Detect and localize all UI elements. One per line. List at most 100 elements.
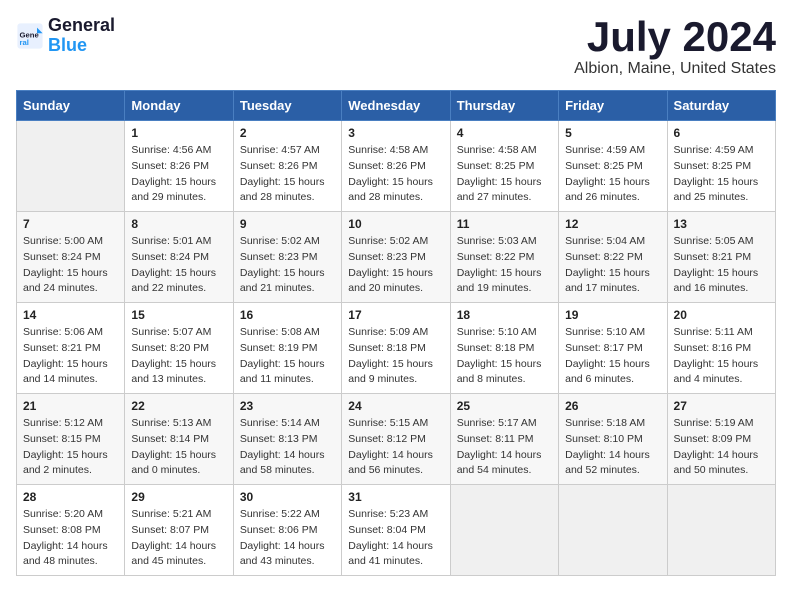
day-info: Sunrise: 5:13 AM Sunset: 8:14 PM Dayligh… bbox=[131, 416, 226, 479]
day-info: Sunrise: 4:56 AM Sunset: 8:26 PM Dayligh… bbox=[131, 143, 226, 206]
day-number: 1 bbox=[131, 126, 226, 140]
weekday-header: Saturday bbox=[667, 91, 775, 121]
calendar-cell bbox=[17, 121, 125, 212]
calendar-cell: 11Sunrise: 5:03 AM Sunset: 8:22 PM Dayli… bbox=[450, 212, 558, 303]
calendar-cell: 22 Sunrise: 5:13 AM Sunset: 8:14 PM Dayli… bbox=[125, 394, 233, 485]
calendar-cell bbox=[667, 485, 775, 576]
day-number: 30 bbox=[240, 490, 335, 504]
day-number: 16 bbox=[240, 308, 335, 322]
day-info: Sunrise: 5:23 AM Sunset: 8:04 PM Dayligh… bbox=[348, 507, 443, 570]
day-info: Sunrise: 4:58 AM Sunset: 8:26 PM Dayligh… bbox=[348, 143, 443, 206]
day-number: 13 bbox=[674, 217, 769, 231]
day-number: 6 bbox=[674, 126, 769, 140]
day-info: Sunrise: 4:58 AM Sunset: 8:25 PM Dayligh… bbox=[457, 143, 552, 206]
weekday-header: Wednesday bbox=[342, 91, 450, 121]
day-info: Sunrise: 5:09 AM Sunset: 8:18 PM Dayligh… bbox=[348, 325, 443, 388]
day-number: 26 bbox=[565, 399, 660, 413]
calendar-cell: 7Sunrise: 5:00 AM Sunset: 8:24 PM Daylig… bbox=[17, 212, 125, 303]
day-number: 21 bbox=[23, 399, 118, 413]
day-number: 27 bbox=[674, 399, 769, 413]
calendar-cell: 30 Sunrise: 5:22 AM Sunset: 8:06 PM Dayli… bbox=[233, 485, 341, 576]
day-info: Sunrise: 5:00 AM Sunset: 8:24 PM Dayligh… bbox=[23, 234, 118, 297]
day-number: 11 bbox=[457, 217, 552, 231]
day-number: 28 bbox=[23, 490, 118, 504]
day-info: Sunrise: 5:10 AM Sunset: 8:17 PM Dayligh… bbox=[565, 325, 660, 388]
day-number: 22 bbox=[131, 399, 226, 413]
calendar-cell: 13 Sunrise: 5:05 AM Sunset: 8:21 PM Dayli… bbox=[667, 212, 775, 303]
day-number: 3 bbox=[348, 126, 443, 140]
weekday-header: Thursday bbox=[450, 91, 558, 121]
calendar-cell: 26 Sunrise: 5:18 AM Sunset: 8:10 PM Dayli… bbox=[559, 394, 667, 485]
day-info: Sunrise: 5:15 AM Sunset: 8:12 PM Dayligh… bbox=[348, 416, 443, 479]
day-number: 12 bbox=[565, 217, 660, 231]
calendar-week-row: 7Sunrise: 5:00 AM Sunset: 8:24 PM Daylig… bbox=[17, 212, 776, 303]
calendar-cell: 23 Sunrise: 5:14 AM Sunset: 8:13 PM Dayli… bbox=[233, 394, 341, 485]
calendar-cell: 29Sunrise: 5:21 AM Sunset: 8:07 PM Dayli… bbox=[125, 485, 233, 576]
calendar-cell: 28 Sunrise: 5:20 AM Sunset: 8:08 PM Dayli… bbox=[17, 485, 125, 576]
calendar-cell: 1 Sunrise: 4:56 AM Sunset: 8:26 PM Daylig… bbox=[125, 121, 233, 212]
calendar-cell: 12 Sunrise: 5:04 AM Sunset: 8:22 PM Dayli… bbox=[559, 212, 667, 303]
day-info: Sunrise: 5:08 AM Sunset: 8:19 PM Dayligh… bbox=[240, 325, 335, 388]
calendar-cell: 15Sunrise: 5:07 AM Sunset: 8:20 PM Dayli… bbox=[125, 303, 233, 394]
day-info: Sunrise: 5:12 AM Sunset: 8:15 PM Dayligh… bbox=[23, 416, 118, 479]
day-number: 19 bbox=[565, 308, 660, 322]
calendar-cell: 5Sunrise: 4:59 AM Sunset: 8:25 PM Daylig… bbox=[559, 121, 667, 212]
weekday-header: Monday bbox=[125, 91, 233, 121]
day-info: Sunrise: 5:10 AM Sunset: 8:18 PM Dayligh… bbox=[457, 325, 552, 388]
month-title: July 2024 bbox=[574, 16, 776, 58]
day-info: Sunrise: 4:59 AM Sunset: 8:25 PM Dayligh… bbox=[674, 143, 769, 206]
day-info: Sunrise: 5:02 AM Sunset: 8:23 PM Dayligh… bbox=[348, 234, 443, 297]
calendar-week-row: 14Sunrise: 5:06 AM Sunset: 8:21 PM Dayli… bbox=[17, 303, 776, 394]
day-info: Sunrise: 5:14 AM Sunset: 8:13 PM Dayligh… bbox=[240, 416, 335, 479]
day-number: 15 bbox=[131, 308, 226, 322]
day-number: 14 bbox=[23, 308, 118, 322]
day-info: Sunrise: 5:20 AM Sunset: 8:08 PM Dayligh… bbox=[23, 507, 118, 570]
weekday-header: Friday bbox=[559, 91, 667, 121]
weekday-header: Sunday bbox=[17, 91, 125, 121]
day-number: 5 bbox=[565, 126, 660, 140]
day-info: Sunrise: 5:04 AM Sunset: 8:22 PM Dayligh… bbox=[565, 234, 660, 297]
day-info: Sunrise: 5:01 AM Sunset: 8:24 PM Dayligh… bbox=[131, 234, 226, 297]
calendar-cell: 19 Sunrise: 5:10 AM Sunset: 8:17 PM Dayli… bbox=[559, 303, 667, 394]
day-number: 24 bbox=[348, 399, 443, 413]
day-number: 18 bbox=[457, 308, 552, 322]
calendar-cell: 2Sunrise: 4:57 AM Sunset: 8:26 PM Daylig… bbox=[233, 121, 341, 212]
title-block: July 2024 Albion, Maine, United States bbox=[574, 16, 776, 78]
calendar-cell: 25 Sunrise: 5:17 AM Sunset: 8:11 PM Dayli… bbox=[450, 394, 558, 485]
calendar-cell: 20Sunrise: 5:11 AM Sunset: 8:16 PM Dayli… bbox=[667, 303, 775, 394]
day-info: Sunrise: 5:19 AM Sunset: 8:09 PM Dayligh… bbox=[674, 416, 769, 479]
day-info: Sunrise: 5:21 AM Sunset: 8:07 PM Dayligh… bbox=[131, 507, 226, 570]
calendar-cell bbox=[450, 485, 558, 576]
day-info: Sunrise: 5:18 AM Sunset: 8:10 PM Dayligh… bbox=[565, 416, 660, 479]
day-number: 17 bbox=[348, 308, 443, 322]
calendar-table: SundayMondayTuesdayWednesdayThursdayFrid… bbox=[16, 90, 776, 576]
day-info: Sunrise: 5:05 AM Sunset: 8:21 PM Dayligh… bbox=[674, 234, 769, 297]
logo-icon: Gene ral bbox=[16, 22, 44, 50]
day-info: Sunrise: 5:22 AM Sunset: 8:06 PM Dayligh… bbox=[240, 507, 335, 570]
calendar-cell: 6 Sunrise: 4:59 AM Sunset: 8:25 PM Daylig… bbox=[667, 121, 775, 212]
day-info: Sunrise: 4:57 AM Sunset: 8:26 PM Dayligh… bbox=[240, 143, 335, 206]
calendar-cell: 16 Sunrise: 5:08 AM Sunset: 8:19 PM Dayli… bbox=[233, 303, 341, 394]
page-header: Gene ral General Blue July 2024 Albion, … bbox=[16, 16, 776, 78]
calendar-week-row: 28 Sunrise: 5:20 AM Sunset: 8:08 PM Dayli… bbox=[17, 485, 776, 576]
day-number: 23 bbox=[240, 399, 335, 413]
calendar-cell: 27 Sunrise: 5:19 AM Sunset: 8:09 PM Dayli… bbox=[667, 394, 775, 485]
calendar-cell bbox=[559, 485, 667, 576]
logo-text: General Blue bbox=[48, 16, 115, 56]
day-info: Sunrise: 5:11 AM Sunset: 8:16 PM Dayligh… bbox=[674, 325, 769, 388]
day-info: Sunrise: 5:02 AM Sunset: 8:23 PM Dayligh… bbox=[240, 234, 335, 297]
day-number: 25 bbox=[457, 399, 552, 413]
location: Albion, Maine, United States bbox=[574, 60, 776, 78]
logo: Gene ral General Blue bbox=[16, 16, 115, 56]
calendar-cell: 21 Sunrise: 5:12 AM Sunset: 8:15 PM Dayli… bbox=[17, 394, 125, 485]
calendar-cell: 14Sunrise: 5:06 AM Sunset: 8:21 PM Dayli… bbox=[17, 303, 125, 394]
day-number: 31 bbox=[348, 490, 443, 504]
day-info: Sunrise: 5:17 AM Sunset: 8:11 PM Dayligh… bbox=[457, 416, 552, 479]
calendar-week-row: 1 Sunrise: 4:56 AM Sunset: 8:26 PM Daylig… bbox=[17, 121, 776, 212]
day-number: 4 bbox=[457, 126, 552, 140]
weekday-header: Tuesday bbox=[233, 91, 341, 121]
calendar-cell: 9Sunrise: 5:02 AM Sunset: 8:23 PM Daylig… bbox=[233, 212, 341, 303]
calendar-cell: 4 Sunrise: 4:58 AM Sunset: 8:25 PM Daylig… bbox=[450, 121, 558, 212]
calendar-cell: 17 Sunrise: 5:09 AM Sunset: 8:18 PM Dayli… bbox=[342, 303, 450, 394]
calendar-week-row: 21 Sunrise: 5:12 AM Sunset: 8:15 PM Dayli… bbox=[17, 394, 776, 485]
